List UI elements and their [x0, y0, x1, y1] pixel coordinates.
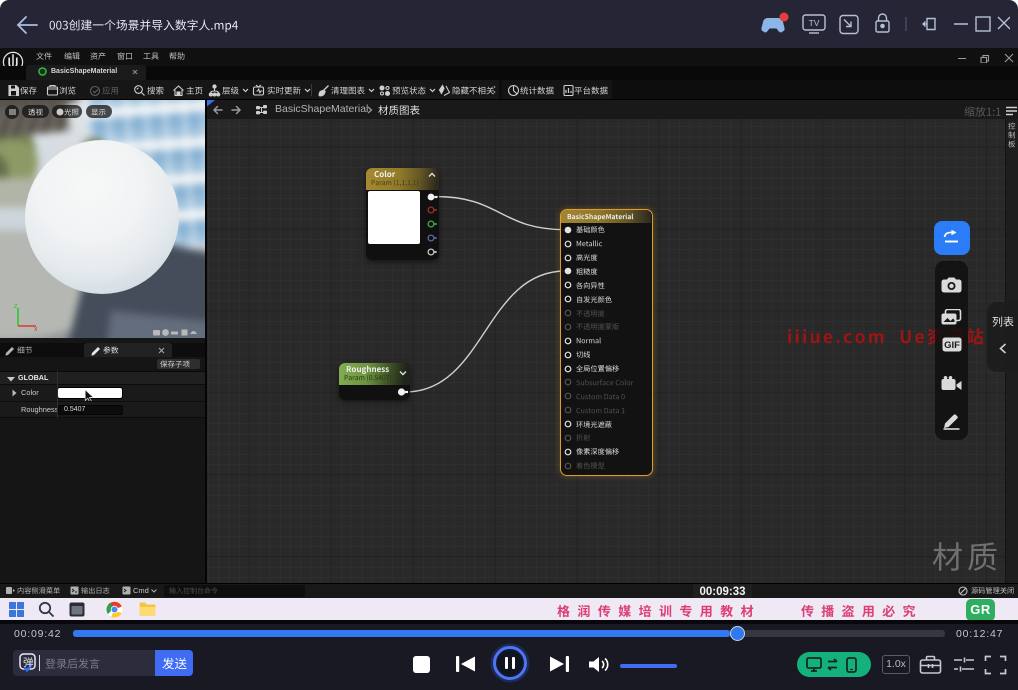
svg-text:TV: TV [809, 18, 820, 28]
svg-text:z: z [14, 303, 18, 310]
svg-text:GIF: GIF [944, 340, 960, 351]
svg-text:x: x [34, 326, 38, 332]
